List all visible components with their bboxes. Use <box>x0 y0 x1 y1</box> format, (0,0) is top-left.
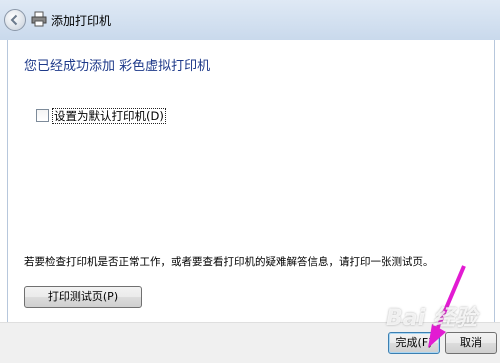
back-button[interactable] <box>4 9 26 31</box>
test-page-info: 若要检查打印机是否正常工作，或者要查看打印机的疑难解答信息，请打印一张测试页。 <box>24 256 434 268</box>
window-title: 添加打印机 <box>51 14 112 28</box>
default-printer-label[interactable]: 设置为默认打印机(D) <box>52 108 166 124</box>
printer-icon <box>31 11 47 27</box>
print-test-page-button[interactable]: 打印测试页(P) <box>24 286 142 308</box>
success-heading: 您已经成功添加 彩色虚拟打印机 <box>24 59 211 74</box>
watermark: Bai 经验 <box>386 306 477 331</box>
title-bar: 添加打印机 <box>0 0 500 40</box>
back-arrow-icon <box>10 14 18 26</box>
default-printer-checkbox[interactable] <box>36 109 49 122</box>
